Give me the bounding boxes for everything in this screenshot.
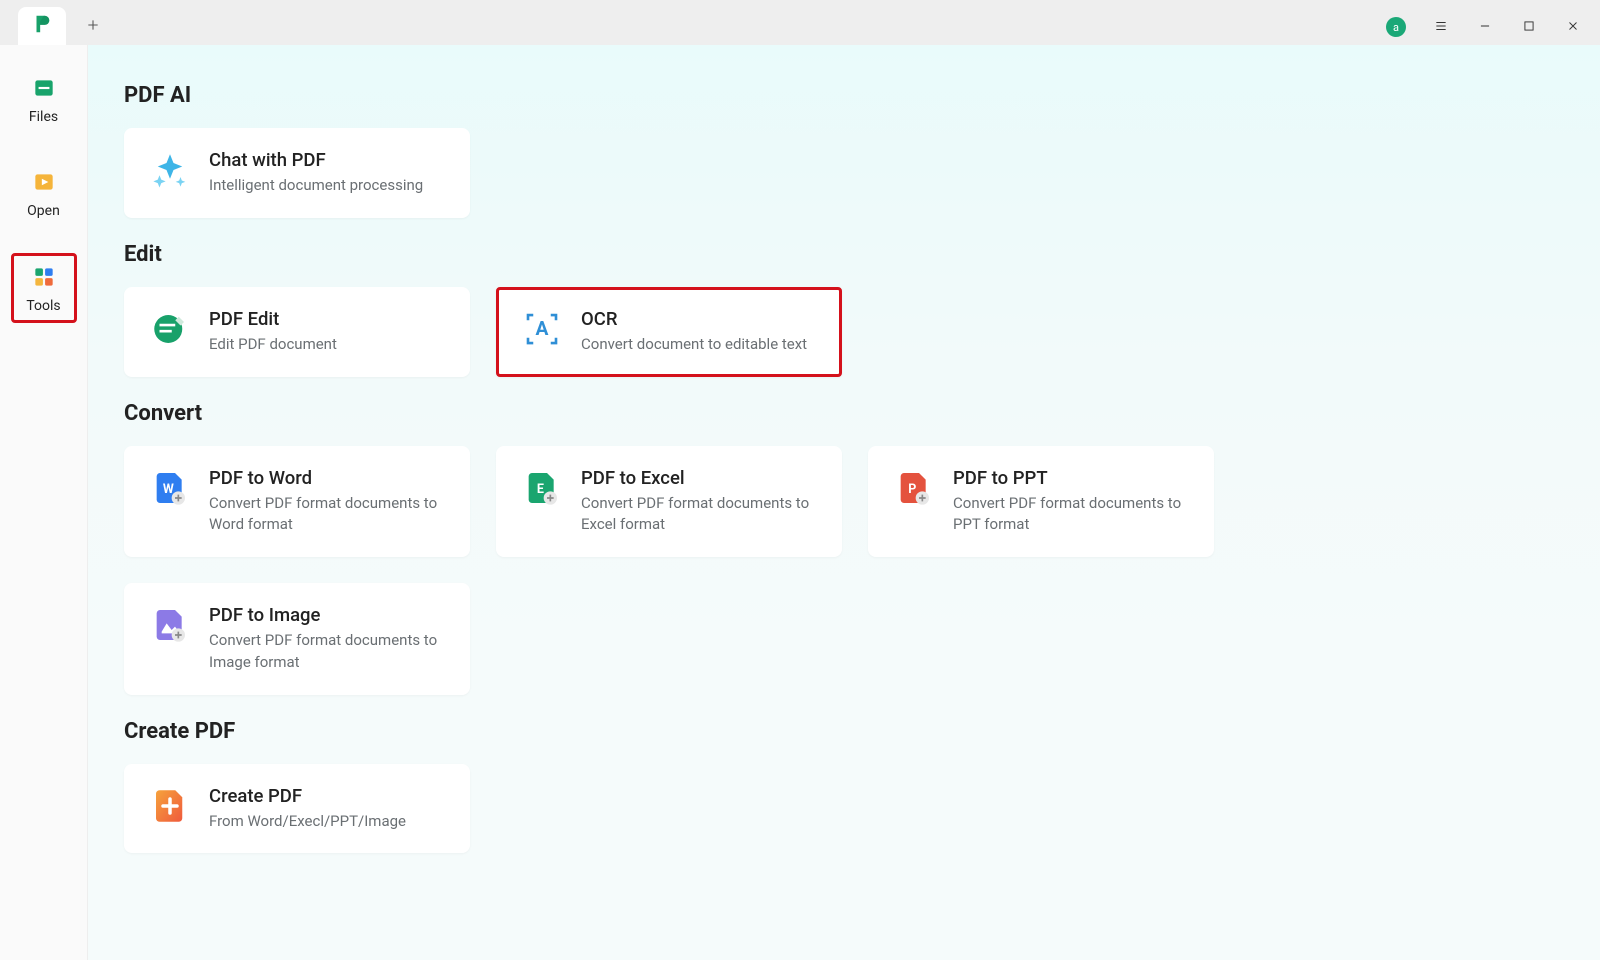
section-heading-convert: Convert: [124, 401, 1564, 426]
svg-text:E: E: [537, 482, 544, 497]
card-desc: Intelligent document processing: [209, 175, 423, 197]
card-desc: Convert document to editable text: [581, 334, 807, 356]
main-content: PDF AI Chat with PDF Intelligent documen…: [88, 45, 1600, 960]
card-title: Create PDF: [209, 785, 406, 807]
tab-strip: [18, 0, 108, 45]
minimize-button[interactable]: [1476, 18, 1494, 36]
card-title: PDF to Word: [209, 467, 445, 489]
image-file-icon: [149, 604, 191, 646]
card-ocr[interactable]: A OCR Convert document to editable text: [496, 287, 842, 377]
card-title: PDF to PPT: [953, 467, 1189, 489]
card-create-pdf[interactable]: Create PDF From Word/Execl/PPT/Image: [124, 764, 470, 854]
sidebar-item-tools[interactable]: Tools: [11, 253, 77, 323]
section-heading-pdf-ai: PDF AI: [124, 83, 1564, 108]
minimize-icon: [1478, 18, 1492, 37]
svg-text:A: A: [536, 317, 549, 340]
ocr-icon: A: [521, 308, 563, 350]
menu-button[interactable]: [1432, 18, 1450, 36]
word-file-icon: W: [149, 467, 191, 509]
close-icon: [1566, 18, 1580, 37]
sidebar-item-label: Open: [27, 203, 60, 219]
sidebar-item-files[interactable]: Files: [11, 65, 77, 133]
excel-file-icon: E: [521, 467, 563, 509]
sidebar-item-label: Tools: [26, 298, 60, 314]
maximize-button[interactable]: [1520, 18, 1538, 36]
new-tab-button[interactable]: [78, 11, 108, 41]
close-button[interactable]: [1564, 18, 1582, 36]
body: Files Open Tools: [0, 45, 1600, 960]
window-controls: a: [1386, 17, 1582, 37]
sidebar-item-open[interactable]: Open: [11, 159, 77, 227]
avatar-letter: a: [1393, 21, 1399, 34]
card-desc: Edit PDF document: [209, 334, 337, 356]
card-pdf-to-excel[interactable]: E PDF to Excel Convert PDF format docume…: [496, 446, 842, 558]
card-desc: Convert PDF format documents to PPT form…: [953, 493, 1189, 537]
sidebar-item-label: Files: [29, 109, 58, 125]
section-heading-create: Create PDF: [124, 719, 1564, 744]
card-pdf-to-word[interactable]: W PDF to Word Convert PDF format documen…: [124, 446, 470, 558]
card-desc: Convert PDF format documents to Excel fo…: [581, 493, 817, 537]
card-pdf-to-image[interactable]: PDF to Image Convert PDF format document…: [124, 583, 470, 695]
svg-text:P: P: [908, 482, 916, 497]
sidebar: Files Open Tools: [0, 45, 88, 960]
hamburger-icon: [1434, 18, 1448, 37]
card-title: PDF to Image: [209, 604, 445, 626]
tools-icon: [29, 262, 59, 292]
section-heading-edit: Edit: [124, 242, 1564, 267]
card-desc: From Word/Execl/PPT/Image: [209, 811, 406, 833]
card-title: PDF to Excel: [581, 467, 817, 489]
app-logo-icon: [31, 13, 53, 39]
card-pdf-edit[interactable]: PDF Edit Edit PDF document: [124, 287, 470, 377]
files-icon: [29, 73, 59, 103]
svg-text:W: W: [163, 482, 174, 497]
ppt-file-icon: P: [893, 467, 935, 509]
card-desc: Convert PDF format documents to Image fo…: [209, 630, 445, 674]
app-window: a: [0, 0, 1600, 960]
tab-home[interactable]: [18, 7, 66, 45]
card-desc: Convert PDF format documents to Word for…: [209, 493, 445, 537]
maximize-icon: [1522, 18, 1536, 37]
card-title: OCR: [581, 308, 807, 330]
pdf-edit-icon: [149, 308, 191, 350]
card-title: Chat with PDF: [209, 149, 423, 171]
titlebar: a: [0, 0, 1600, 45]
sparkle-icon: [149, 149, 191, 191]
open-icon: [29, 167, 59, 197]
card-title: PDF Edit: [209, 308, 337, 330]
card-pdf-to-ppt[interactable]: P PDF to PPT Convert PDF format document…: [868, 446, 1214, 558]
avatar[interactable]: a: [1386, 17, 1406, 37]
card-chat-with-pdf[interactable]: Chat with PDF Intelligent document proce…: [124, 128, 470, 218]
plus-icon: [85, 14, 101, 38]
create-pdf-icon: [149, 785, 191, 827]
